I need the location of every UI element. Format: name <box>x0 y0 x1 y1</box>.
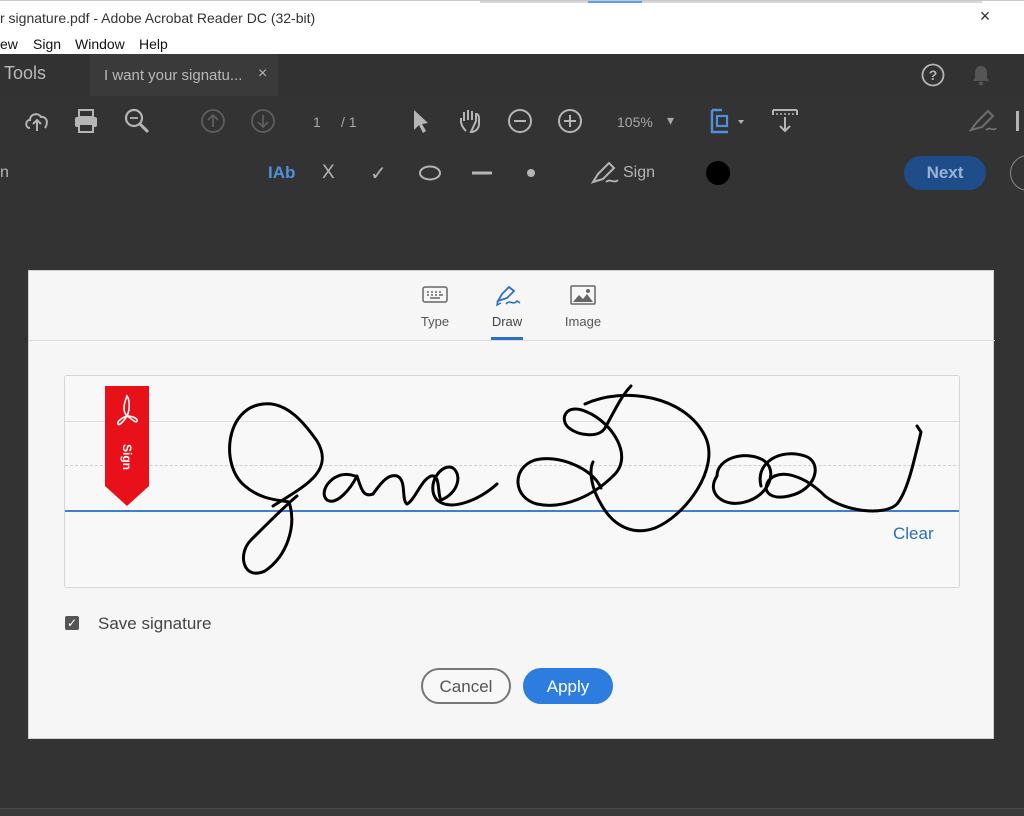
menu-help[interactable]: Help <box>139 36 168 52</box>
next-page-icon[interactable] <box>250 108 276 134</box>
cross-mark-tool[interactable]: X <box>322 162 335 184</box>
clear-signature-link[interactable]: Clear <box>893 524 934 544</box>
pen-draw-icon <box>495 285 521 307</box>
window-title: r signature.pdf - Adobe Acrobat Reader D… <box>0 10 316 26</box>
zoom-dropdown-icon[interactable]: ▾ <box>667 112 674 129</box>
bottom-status-strip <box>0 808 1024 816</box>
titlebar-accent-blue <box>588 1 642 3</box>
title-bar: r signature.pdf - Adobe Acrobat Reader D… <box>0 0 1024 34</box>
signature-dialog: Type Draw Image Sign Clear ✓ Save signat… <box>28 270 995 739</box>
tab-document[interactable]: I want your signatu... × <box>90 54 278 96</box>
page-fit-icon[interactable] <box>708 106 746 136</box>
sign-pen-icon[interactable] <box>590 160 620 186</box>
notification-bell-icon[interactable] <box>970 63 992 87</box>
tab-bar: Tools I want your signatu... × ? <box>0 54 1024 96</box>
main-toolbar: 1 / 1 105% ▾ <box>0 96 1024 148</box>
previous-page-icon[interactable] <box>200 108 226 134</box>
image-icon <box>570 285 596 305</box>
next-button[interactable]: Next <box>904 156 986 190</box>
titlebar-accent <box>480 1 588 3</box>
tab-image[interactable]: Image <box>553 271 613 341</box>
signature-draw-canvas[interactable]: Sign Clear <box>64 375 960 588</box>
tab-draw-label: Draw <box>491 314 523 329</box>
help-icon[interactable]: ? <box>921 63 945 87</box>
tab-image-label: Image <box>564 314 602 329</box>
zoom-out-icon[interactable] <box>507 108 533 134</box>
save-signature-label: Save signature <box>98 614 212 633</box>
ellipse-tool-icon[interactable] <box>418 164 442 182</box>
zoom-level[interactable]: 105% <box>617 114 653 130</box>
signature-mode-tabs: Type Draw Image <box>29 271 995 341</box>
menu-sign[interactable]: Sign <box>33 36 61 52</box>
drawn-signature-strokes <box>228 384 923 575</box>
fill-sign-pen-icon[interactable] <box>968 108 998 134</box>
scroll-mode-icon[interactable] <box>771 106 799 134</box>
zoom-in-icon[interactable] <box>557 108 583 134</box>
line-tool-icon[interactable] <box>470 164 494 182</box>
check-mark-tool[interactable]: ✓ <box>370 161 387 186</box>
add-text-tool[interactable]: IAb <box>268 163 295 183</box>
print-icon[interactable] <box>73 108 99 134</box>
save-signature-checkbox[interactable]: ✓ <box>65 616 79 630</box>
close-circle-button[interactable] <box>1010 155 1024 191</box>
tab-type-label: Type <box>420 314 450 329</box>
tab-type[interactable]: Type <box>405 271 465 341</box>
menu-window[interactable]: Window <box>75 36 125 52</box>
titlebar-accent <box>642 1 982 3</box>
tab-document-label: I want your signatu... <box>104 67 243 84</box>
tab-draw[interactable]: Draw <box>477 271 537 341</box>
fill-sign-toolbar: n IAb X ✓ Sign Next <box>0 148 1024 200</box>
active-tab-indicator <box>491 337 523 340</box>
window-close-button[interactable]: × <box>975 6 995 26</box>
hand-tool-icon[interactable] <box>457 107 485 135</box>
page-number-input[interactable]: 1 <box>313 114 321 130</box>
more-tools-icon[interactable] <box>1014 108 1024 134</box>
svg-text:?: ? <box>929 67 938 83</box>
cancel-button[interactable]: Cancel <box>421 668 511 704</box>
dot-tool-icon[interactable] <box>524 166 538 180</box>
select-cursor-icon[interactable] <box>410 108 430 134</box>
page-total: / 1 <box>341 114 357 130</box>
menu-bar: ew Sign Window Help <box>0 34 1024 54</box>
sign-toolbar-fragment: n <box>0 164 9 181</box>
menu-view[interactable]: ew <box>0 36 18 52</box>
zoom-search-icon[interactable] <box>123 107 151 135</box>
tab-close-icon[interactable]: × <box>258 65 267 83</box>
ink-color-swatch[interactable] <box>706 161 730 185</box>
sign-tool-label[interactable]: Sign <box>623 164 655 182</box>
keyboard-icon <box>422 286 448 303</box>
tab-tools[interactable]: Tools <box>4 63 46 84</box>
cloud-upload-icon[interactable] <box>23 108 51 134</box>
apply-button[interactable]: Apply <box>523 668 613 704</box>
